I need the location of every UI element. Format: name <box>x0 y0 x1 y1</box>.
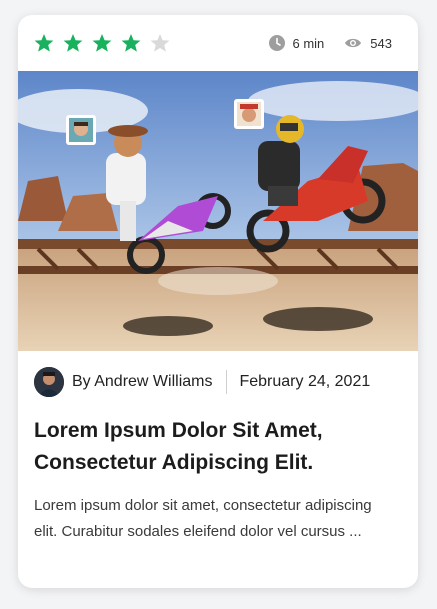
article-title[interactable]: Lorem Ipsum Dolor Sit Amet, Consectetur … <box>34 415 406 479</box>
author-avatar[interactable] <box>34 367 64 397</box>
read-time-label: 6 min <box>292 35 325 51</box>
byline-divider <box>226 370 228 394</box>
article-card[interactable]: 6 min 543 By Andrew Williams February 24… <box>18 15 418 588</box>
star-filled-icon[interactable] <box>34 33 54 53</box>
star-empty-icon[interactable] <box>150 33 170 53</box>
article-excerpt: Lorem ipsum dolor sit amet, consectetur … <box>34 497 372 540</box>
read-time: 6 min <box>268 35 325 51</box>
publish-date: February 24, 2021 <box>239 373 371 390</box>
star-rating <box>34 33 170 53</box>
card-topbar: 6 min 543 <box>18 15 418 71</box>
card-meta: 6 min 543 <box>268 35 392 51</box>
eye-icon <box>344 37 362 49</box>
author-name[interactable]: By Andrew Williams <box>72 373 212 391</box>
star-filled-icon[interactable] <box>121 33 141 53</box>
hero-image[interactable] <box>18 71 418 351</box>
byline: By Andrew Williams February 24, 2021 <box>34 367 404 397</box>
views-label: 543 <box>370 35 392 51</box>
view-count: 543 <box>344 36 392 51</box>
star-filled-icon[interactable] <box>63 33 83 53</box>
clock-icon <box>268 35 285 51</box>
star-filled-icon[interactable] <box>92 33 112 53</box>
